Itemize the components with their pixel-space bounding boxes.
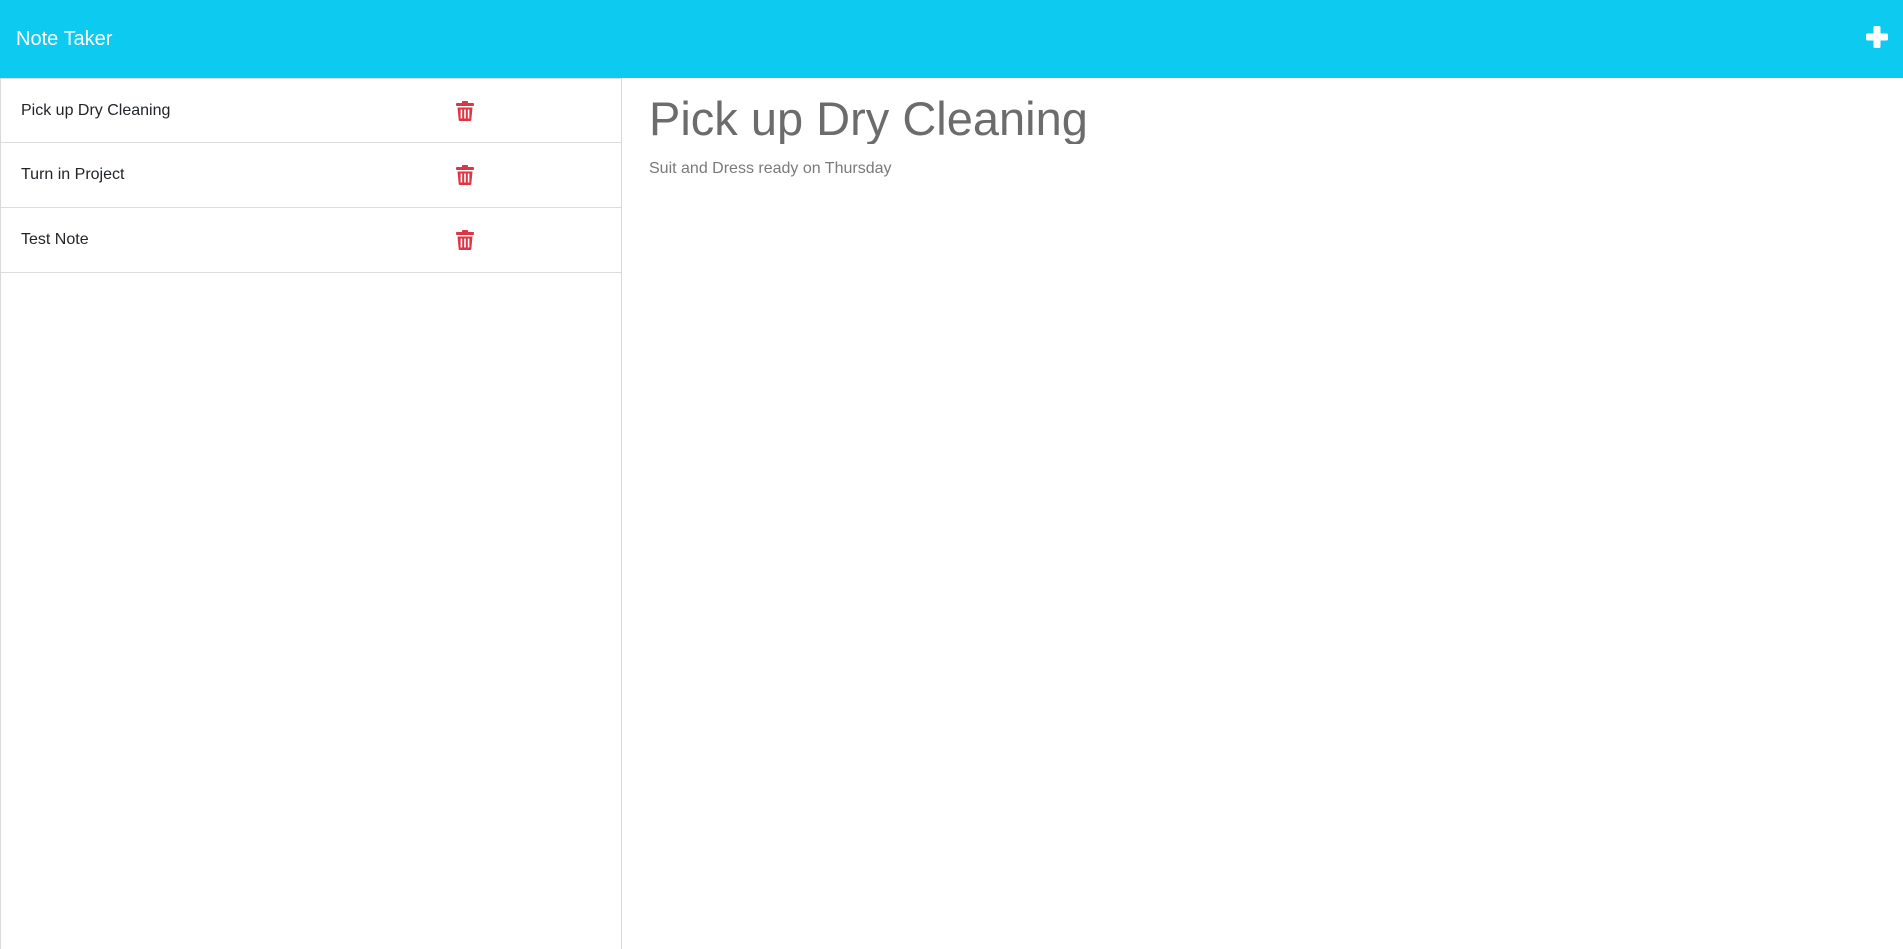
trash-icon — [456, 100, 474, 121]
navbar: Note Taker — [0, 0, 1903, 78]
delete-note-button[interactable] — [456, 230, 474, 250]
note-editor: Pick up Dry Cleaning Suit and Dress read… — [622, 78, 1903, 949]
note-list-item[interactable]: Turn in Project — [1, 143, 621, 208]
plus-icon — [1866, 26, 1888, 48]
note-list: Pick up Dry Cleaning Turn in Project Tes… — [1, 78, 621, 273]
note-list-item[interactable]: Pick up Dry Cleaning — [1, 78, 621, 143]
note-text-area[interactable]: Suit and Dress ready on Thursday — [649, 160, 892, 178]
delete-note-button[interactable] — [456, 165, 474, 185]
trash-icon — [456, 230, 474, 250]
note-list-panel: Pick up Dry Cleaning Turn in Project Tes… — [0, 78, 622, 949]
note-list-item-title[interactable]: Pick up Dry Cleaning — [21, 102, 170, 120]
note-list-item[interactable]: Test Note — [1, 208, 621, 273]
trash-icon — [456, 165, 474, 185]
brand-title[interactable]: Note Taker — [16, 29, 112, 49]
new-note-button[interactable] — [1863, 23, 1891, 51]
note-title-input[interactable]: Pick up Dry Cleaning — [649, 92, 1849, 144]
note-list-item-title[interactable]: Test Note — [21, 231, 89, 249]
note-list-item-title[interactable]: Turn in Project — [21, 166, 124, 184]
delete-note-button[interactable] — [456, 100, 474, 121]
